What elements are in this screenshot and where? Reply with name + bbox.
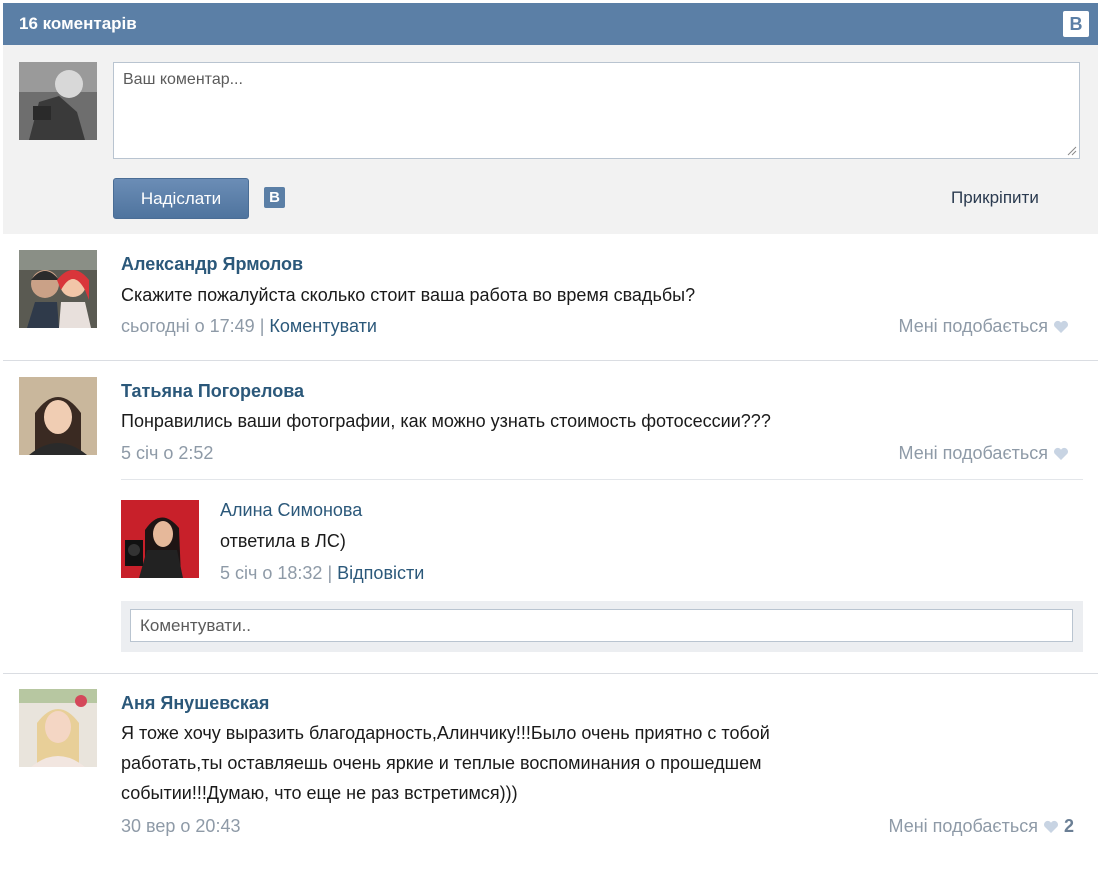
like-count: 2 — [1063, 816, 1074, 836]
comment-divider — [3, 360, 1098, 361]
vk-logo-icon[interactable]: В — [1063, 11, 1089, 37]
heart-icon — [1043, 820, 1058, 833]
comment-meta: сьогодні о 17:49 | Коментувати — [121, 316, 377, 337]
comment-time[interactable]: 30 вер о 20:43 — [121, 816, 240, 836]
reply-box: Коментувати.. — [121, 601, 1083, 652]
like-label: Мені подобається — [898, 443, 1048, 463]
comment-text: Понравились ваши фотографии, как можно у… — [121, 411, 771, 431]
comment-meta: 30 вер о 20:43 — [121, 816, 240, 837]
comment-input-placeholder: Ваш коментар... — [123, 71, 243, 88]
avatar[interactable] — [121, 500, 199, 578]
resize-grip-icon[interactable] — [1067, 146, 1077, 156]
heart-icon — [1054, 447, 1068, 460]
comment-author[interactable]: Аня Янушевская — [121, 693, 269, 714]
like-label: Мені подобається — [898, 316, 1048, 336]
reply-time[interactable]: 5 січ о 18:32 — [220, 563, 322, 583]
reply-text: ответила в ЛС) — [220, 531, 346, 551]
reply-input[interactable]: Коментувати.. — [130, 609, 1073, 642]
like-button[interactable]: Мені подобається 2 — [889, 816, 1075, 837]
current-user-avatar[interactable] — [19, 62, 97, 140]
reply-divider — [121, 479, 1083, 480]
reply-action-link[interactable]: Відповісти — [337, 563, 424, 583]
send-button[interactable]: Надіслати — [113, 178, 249, 219]
comment-divider — [3, 673, 1098, 674]
reply-meta: 5 січ о 18:32 | Відповісти — [220, 563, 424, 584]
like-label: Мені подобається — [888, 816, 1038, 836]
comment-time[interactable]: сьогодні о 17:49 — [121, 316, 255, 336]
comment-input[interactable]: Ваш коментар... — [113, 62, 1080, 159]
attach-link[interactable]: Прикріпити — [951, 188, 1039, 208]
comment-text: Скажите пожалуйста сколько стоит ваша ра… — [121, 285, 696, 305]
comment-author[interactable]: Татьяна Погорелова — [121, 381, 304, 402]
meta-separator: | — [259, 316, 265, 336]
reply-author[interactable]: Алина Симонова — [220, 500, 362, 521]
avatar[interactable] — [19, 689, 97, 767]
comment-text: Я тоже хочу выразить благодарность,Алинч… — [121, 723, 770, 803]
avatar[interactable] — [19, 250, 97, 328]
avatar[interactable] — [19, 377, 97, 455]
comment-action-link[interactable]: Коментувати — [269, 316, 377, 336]
vk-share-icon[interactable]: В — [264, 187, 285, 208]
like-button[interactable]: Мені подобається — [899, 316, 1069, 337]
comment-author[interactable]: Александр Ярмолов — [121, 254, 303, 275]
comment-time[interactable]: 5 січ о 2:52 — [121, 443, 213, 463]
comments-header: 16 коментарів В — [3, 3, 1098, 45]
comments-count-title: 16 коментарів — [19, 14, 137, 33]
meta-separator: | — [327, 563, 333, 583]
comment-meta: 5 січ о 2:52 — [121, 443, 213, 464]
heart-icon — [1054, 320, 1068, 333]
like-button[interactable]: Мені подобається — [899, 443, 1069, 464]
